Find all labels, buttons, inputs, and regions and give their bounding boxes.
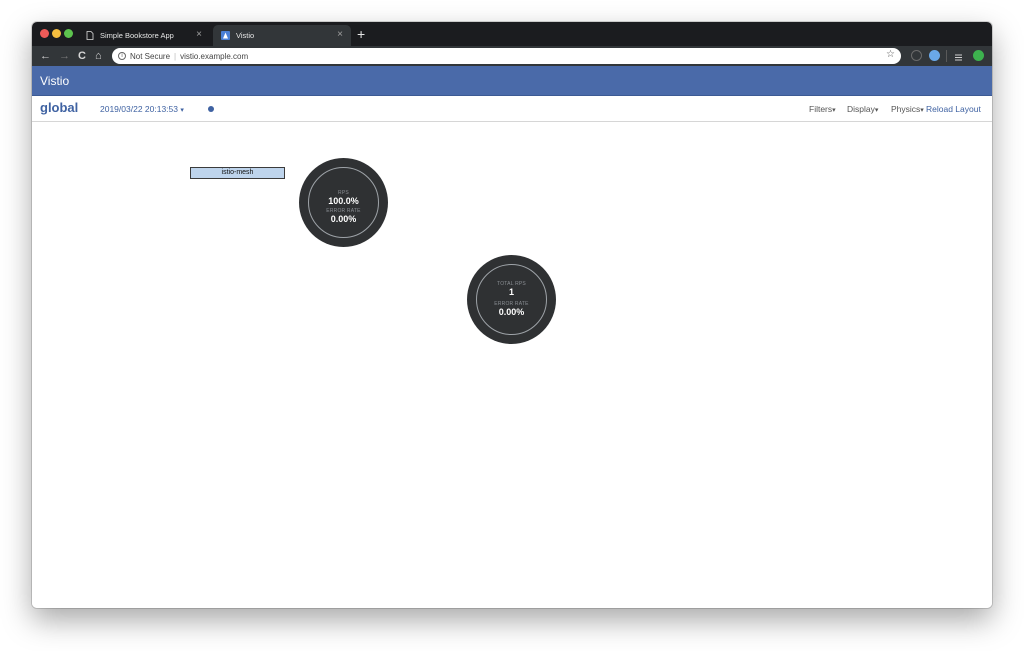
tab-title: Simple Bookstore App bbox=[100, 31, 174, 40]
extension-icon[interactable] bbox=[929, 50, 940, 61]
tab-vistio[interactable]: Vistio × bbox=[213, 25, 351, 46]
browser-toolbar: ← → C ⌂ i Not Secure | vistio.example.co… bbox=[32, 46, 992, 66]
rps-value: 100.0% bbox=[328, 196, 359, 206]
url-text: vistio.example.com bbox=[180, 51, 249, 61]
back-arrow-icon[interactable]: ← bbox=[40, 48, 51, 64]
global-node[interactable]: TOTAL RPS 1 ERROR RATE 0.00% bbox=[467, 255, 556, 344]
filters-label: Filters bbox=[809, 104, 833, 114]
info-icon[interactable]: i bbox=[118, 52, 126, 60]
home-icon[interactable]: ⌂ bbox=[95, 48, 102, 64]
menu-icon[interactable] bbox=[954, 50, 963, 61]
timestamp-value: 2019/03/22 20:13:53 bbox=[100, 104, 178, 114]
bookmark-star-icon[interactable]: ☆ bbox=[886, 49, 895, 60]
error-rate-value: 0.00% bbox=[330, 214, 357, 224]
forward-arrow-icon[interactable]: → bbox=[59, 48, 70, 64]
browser-window: Simple Bookstore App × Vistio × + ← → C … bbox=[32, 22, 992, 608]
traffic-graph[interactable]: istio-mesh RPS 100.0% ERROR RATE 0.00% T… bbox=[32, 122, 992, 608]
physics-menu[interactable]: Physics▾ bbox=[891, 104, 924, 114]
live-indicator-icon[interactable] bbox=[208, 106, 214, 112]
cluster-node[interactable]: RPS 100.0% ERROR RATE 0.00% bbox=[299, 158, 388, 247]
vistio-favicon-icon bbox=[221, 31, 230, 40]
tab-title: Vistio bbox=[236, 31, 255, 40]
view-name[interactable]: global bbox=[40, 100, 78, 115]
maximize-window-button[interactable] bbox=[64, 29, 73, 38]
security-label: Not Secure bbox=[130, 51, 171, 61]
app-header: Vistio bbox=[32, 66, 992, 96]
display-label: Display bbox=[847, 104, 875, 114]
filters-menu[interactable]: Filters▾ bbox=[809, 104, 836, 114]
chevron-down-icon: ▾ bbox=[920, 107, 924, 114]
address-bar[interactable]: i Not Secure | vistio.example.com ☆ bbox=[112, 48, 901, 64]
physics-label: Physics bbox=[891, 104, 921, 114]
reload-layout-button[interactable]: Reload Layout bbox=[926, 104, 981, 114]
close-window-button[interactable] bbox=[40, 29, 49, 38]
app-title[interactable]: Vistio bbox=[40, 74, 69, 88]
error-rate-value: 0.00% bbox=[498, 307, 525, 317]
extension-icon[interactable] bbox=[911, 50, 922, 61]
close-icon[interactable]: × bbox=[337, 29, 343, 41]
display-menu[interactable]: Display▾ bbox=[847, 104, 878, 114]
reload-icon[interactable]: C bbox=[78, 48, 86, 64]
total-rps-value: 1 bbox=[508, 287, 514, 297]
chevron-down-icon: ▾ bbox=[874, 107, 879, 114]
view-toolbar: global 2019/03/22 20:13:53 ▾ Filters▾ Di… bbox=[32, 96, 992, 122]
timestamp-dropdown[interactable]: 2019/03/22 20:13:53 ▾ bbox=[100, 104, 184, 114]
node-ring bbox=[476, 264, 547, 335]
tab-strip: Simple Bookstore App × Vistio × + bbox=[32, 22, 992, 46]
minimize-window-button[interactable] bbox=[52, 29, 61, 38]
new-tab-button[interactable]: + bbox=[357, 26, 365, 42]
chevron-down-icon: ▾ bbox=[832, 107, 836, 114]
page-icon bbox=[85, 31, 94, 40]
chevron-down-icon: ▾ bbox=[180, 107, 184, 114]
profile-avatar-icon[interactable] bbox=[973, 50, 984, 61]
cluster-label[interactable]: istio-mesh bbox=[190, 167, 285, 179]
toolbar-divider bbox=[946, 50, 947, 62]
close-icon[interactable]: × bbox=[196, 29, 202, 41]
tab-simple-bookstore[interactable]: Simple Bookstore App × bbox=[77, 25, 210, 46]
separator: | bbox=[174, 51, 177, 61]
